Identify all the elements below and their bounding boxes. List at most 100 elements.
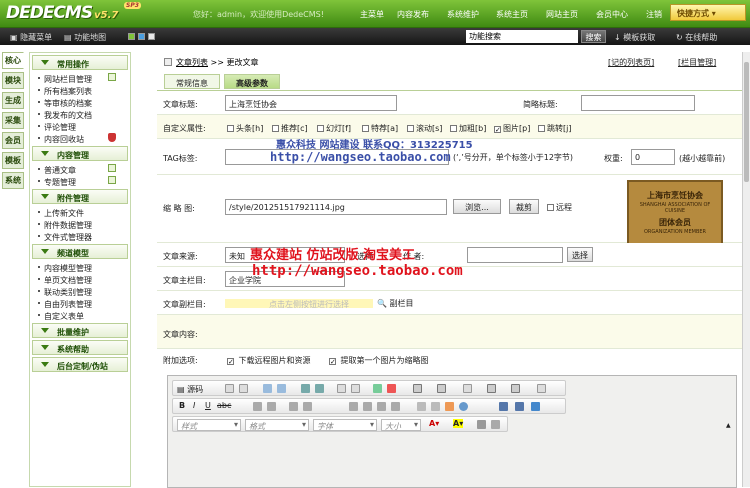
scrollbar[interactable]	[742, 52, 750, 487]
underline-button[interactable]: U	[205, 401, 211, 410]
tab-modules[interactable]: 模块	[2, 72, 24, 89]
hide-menu-link[interactable]: ▣ 隐藏菜单	[10, 32, 52, 43]
tab-collect[interactable]: 采集	[2, 112, 24, 129]
save-icon[interactable]	[225, 384, 234, 393]
replace-icon[interactable]	[315, 384, 324, 393]
author-select-button[interactable]: 选择	[567, 247, 593, 262]
justify-icon[interactable]	[391, 402, 400, 411]
attr-b-checkbox[interactable]: 加粗[b]	[450, 123, 486, 134]
sidebar-item-pending-docs[interactable]: 等审核的档案	[30, 96, 130, 108]
unlink-icon[interactable]	[515, 402, 524, 411]
attr-f-checkbox[interactable]: 幻灯[f]	[317, 123, 351, 134]
nav-member-center[interactable]: 会员中心	[596, 9, 628, 20]
tab-generate[interactable]: 生成	[2, 92, 24, 109]
nav-system-home[interactable]: 系统主页	[496, 9, 528, 20]
indent-icon[interactable]	[303, 402, 312, 411]
sidebar-item-special[interactable]: 专题管理	[30, 175, 130, 187]
find-icon[interactable]	[301, 384, 310, 393]
nav-content-publish[interactable]: 内容发布	[397, 9, 429, 20]
online-help-link[interactable]: ↻ 在线帮助	[676, 32, 717, 43]
add-icon[interactable]	[108, 73, 116, 81]
sidebar-item-comments[interactable]: 评论管理	[30, 120, 130, 132]
tab-member[interactable]: 会员	[2, 132, 24, 149]
sidebar-group-custom[interactable]: 后台定制/伪站	[32, 357, 128, 372]
bullet-list-icon[interactable]	[267, 402, 276, 411]
skin-blue-icon[interactable]	[138, 33, 145, 40]
more-icon[interactable]	[491, 420, 500, 429]
smiley-icon[interactable]	[463, 384, 472, 393]
sidebar-item-article[interactable]: 普通文章	[30, 163, 130, 175]
page-break-icon[interactable]	[511, 384, 520, 393]
skin-green-icon[interactable]	[128, 33, 135, 40]
undo-icon[interactable]	[263, 384, 272, 393]
source-button[interactable]: ▤ 源码	[177, 384, 203, 395]
add-icon[interactable]	[108, 164, 116, 172]
new-page-icon[interactable]	[239, 384, 248, 393]
bold-button[interactable]: B	[179, 401, 185, 410]
sidebar-item-linkage[interactable]: 联动类别管理	[30, 285, 130, 297]
tab-template[interactable]: 模板	[2, 152, 24, 169]
column-manage-link[interactable]: [栏目管理]	[678, 57, 716, 68]
image-icon[interactable]	[373, 384, 382, 393]
search-button[interactable]: 搜索	[581, 30, 606, 43]
function-search-input[interactable]: 功能搜索	[466, 30, 578, 43]
sidebar-group-help[interactable]: 系统帮助	[32, 340, 128, 355]
weight-input[interactable]: 0	[631, 149, 675, 165]
download-remote-checkbox[interactable]: 下载远程图片和资源	[227, 355, 311, 366]
sidebar-item-file-manager[interactable]: 文件式管理器	[30, 230, 130, 242]
title-input[interactable]: 上海烹饪协会	[225, 95, 397, 111]
sidebar-group-common[interactable]: 常用操作	[32, 55, 128, 70]
flash-icon[interactable]	[387, 384, 396, 393]
sidebar-item-free-list[interactable]: 自由列表管理	[30, 297, 130, 309]
sidebar-group-channel[interactable]: 频道模型	[32, 244, 128, 259]
crop-button[interactable]: 裁剪	[509, 199, 539, 214]
sidebar-group-batch[interactable]: 批量维护	[32, 323, 128, 338]
source-select-link[interactable]: 选择	[357, 251, 373, 262]
special-char-icon[interactable]	[487, 384, 496, 393]
skin-gray-icon[interactable]	[148, 33, 155, 40]
sidebar-item-all-docs[interactable]: 所有档案列表	[30, 84, 130, 96]
list-page-link[interactable]: [记的列表页]	[608, 57, 654, 68]
attr-s-checkbox[interactable]: 滚动[s]	[407, 123, 442, 134]
italic-button[interactable]: I	[193, 401, 195, 410]
remove-format-icon[interactable]	[351, 384, 360, 393]
sidebar-item-model[interactable]: 内容模型管理	[30, 261, 130, 273]
tab-core[interactable]: 核心	[2, 52, 24, 69]
table-icon[interactable]	[413, 384, 422, 393]
sidebar-item-my-docs[interactable]: 我发布的文档	[30, 108, 130, 120]
collapse-toolbar-icon[interactable]: ▲	[726, 422, 731, 429]
short-title-input[interactable]	[581, 95, 695, 111]
cut-icon[interactable]	[445, 402, 454, 411]
main-column-select[interactable]: 企业学院	[225, 271, 345, 287]
source-input[interactable]: 未知	[225, 247, 345, 263]
attr-h-checkbox[interactable]: 头条[h]	[227, 123, 263, 134]
align-left-icon[interactable]	[349, 402, 358, 411]
anchor-icon[interactable]	[499, 402, 508, 411]
style-select[interactable]: 样式	[177, 419, 241, 431]
sidebar-item-single-page[interactable]: 单页文档管理	[30, 273, 130, 285]
smart-format-icon[interactable]	[477, 420, 486, 429]
tab-advanced[interactable]: 高级参数	[224, 74, 280, 89]
sidebar-group-content[interactable]: 内容管理	[32, 146, 128, 161]
flag-icon[interactable]	[531, 402, 540, 411]
browse-button[interactable]: 浏览...	[453, 199, 501, 214]
author-input[interactable]	[467, 247, 563, 263]
sidebar-item-custom-form[interactable]: 自定义表单	[30, 309, 130, 321]
align-right-icon[interactable]	[377, 402, 386, 411]
nav-system-maintain[interactable]: 系统维护	[447, 9, 479, 20]
quote-icon[interactable]	[431, 402, 440, 411]
bg-color-button[interactable]: A▾	[453, 419, 464, 428]
tag-input[interactable]	[225, 149, 449, 165]
site-map-link[interactable]: ▤ 功能地图	[64, 32, 106, 43]
sub-column-button[interactable]: 🔍 副栏目	[377, 298, 414, 309]
add-icon[interactable]	[108, 176, 116, 184]
tab-general[interactable]: 常规信息	[164, 74, 220, 89]
link-icon[interactable]	[459, 402, 468, 411]
div-icon[interactable]	[417, 402, 426, 411]
sidebar-item-upload[interactable]: 上传新文件	[30, 206, 130, 218]
attr-j-checkbox[interactable]: 跳转[j]	[538, 123, 571, 134]
maximize-icon[interactable]	[537, 384, 546, 393]
breadcrumb-article-list[interactable]: 文章列表	[176, 58, 208, 67]
outdent-icon[interactable]	[289, 402, 298, 411]
attr-c-checkbox[interactable]: 推荐[c]	[272, 123, 308, 134]
